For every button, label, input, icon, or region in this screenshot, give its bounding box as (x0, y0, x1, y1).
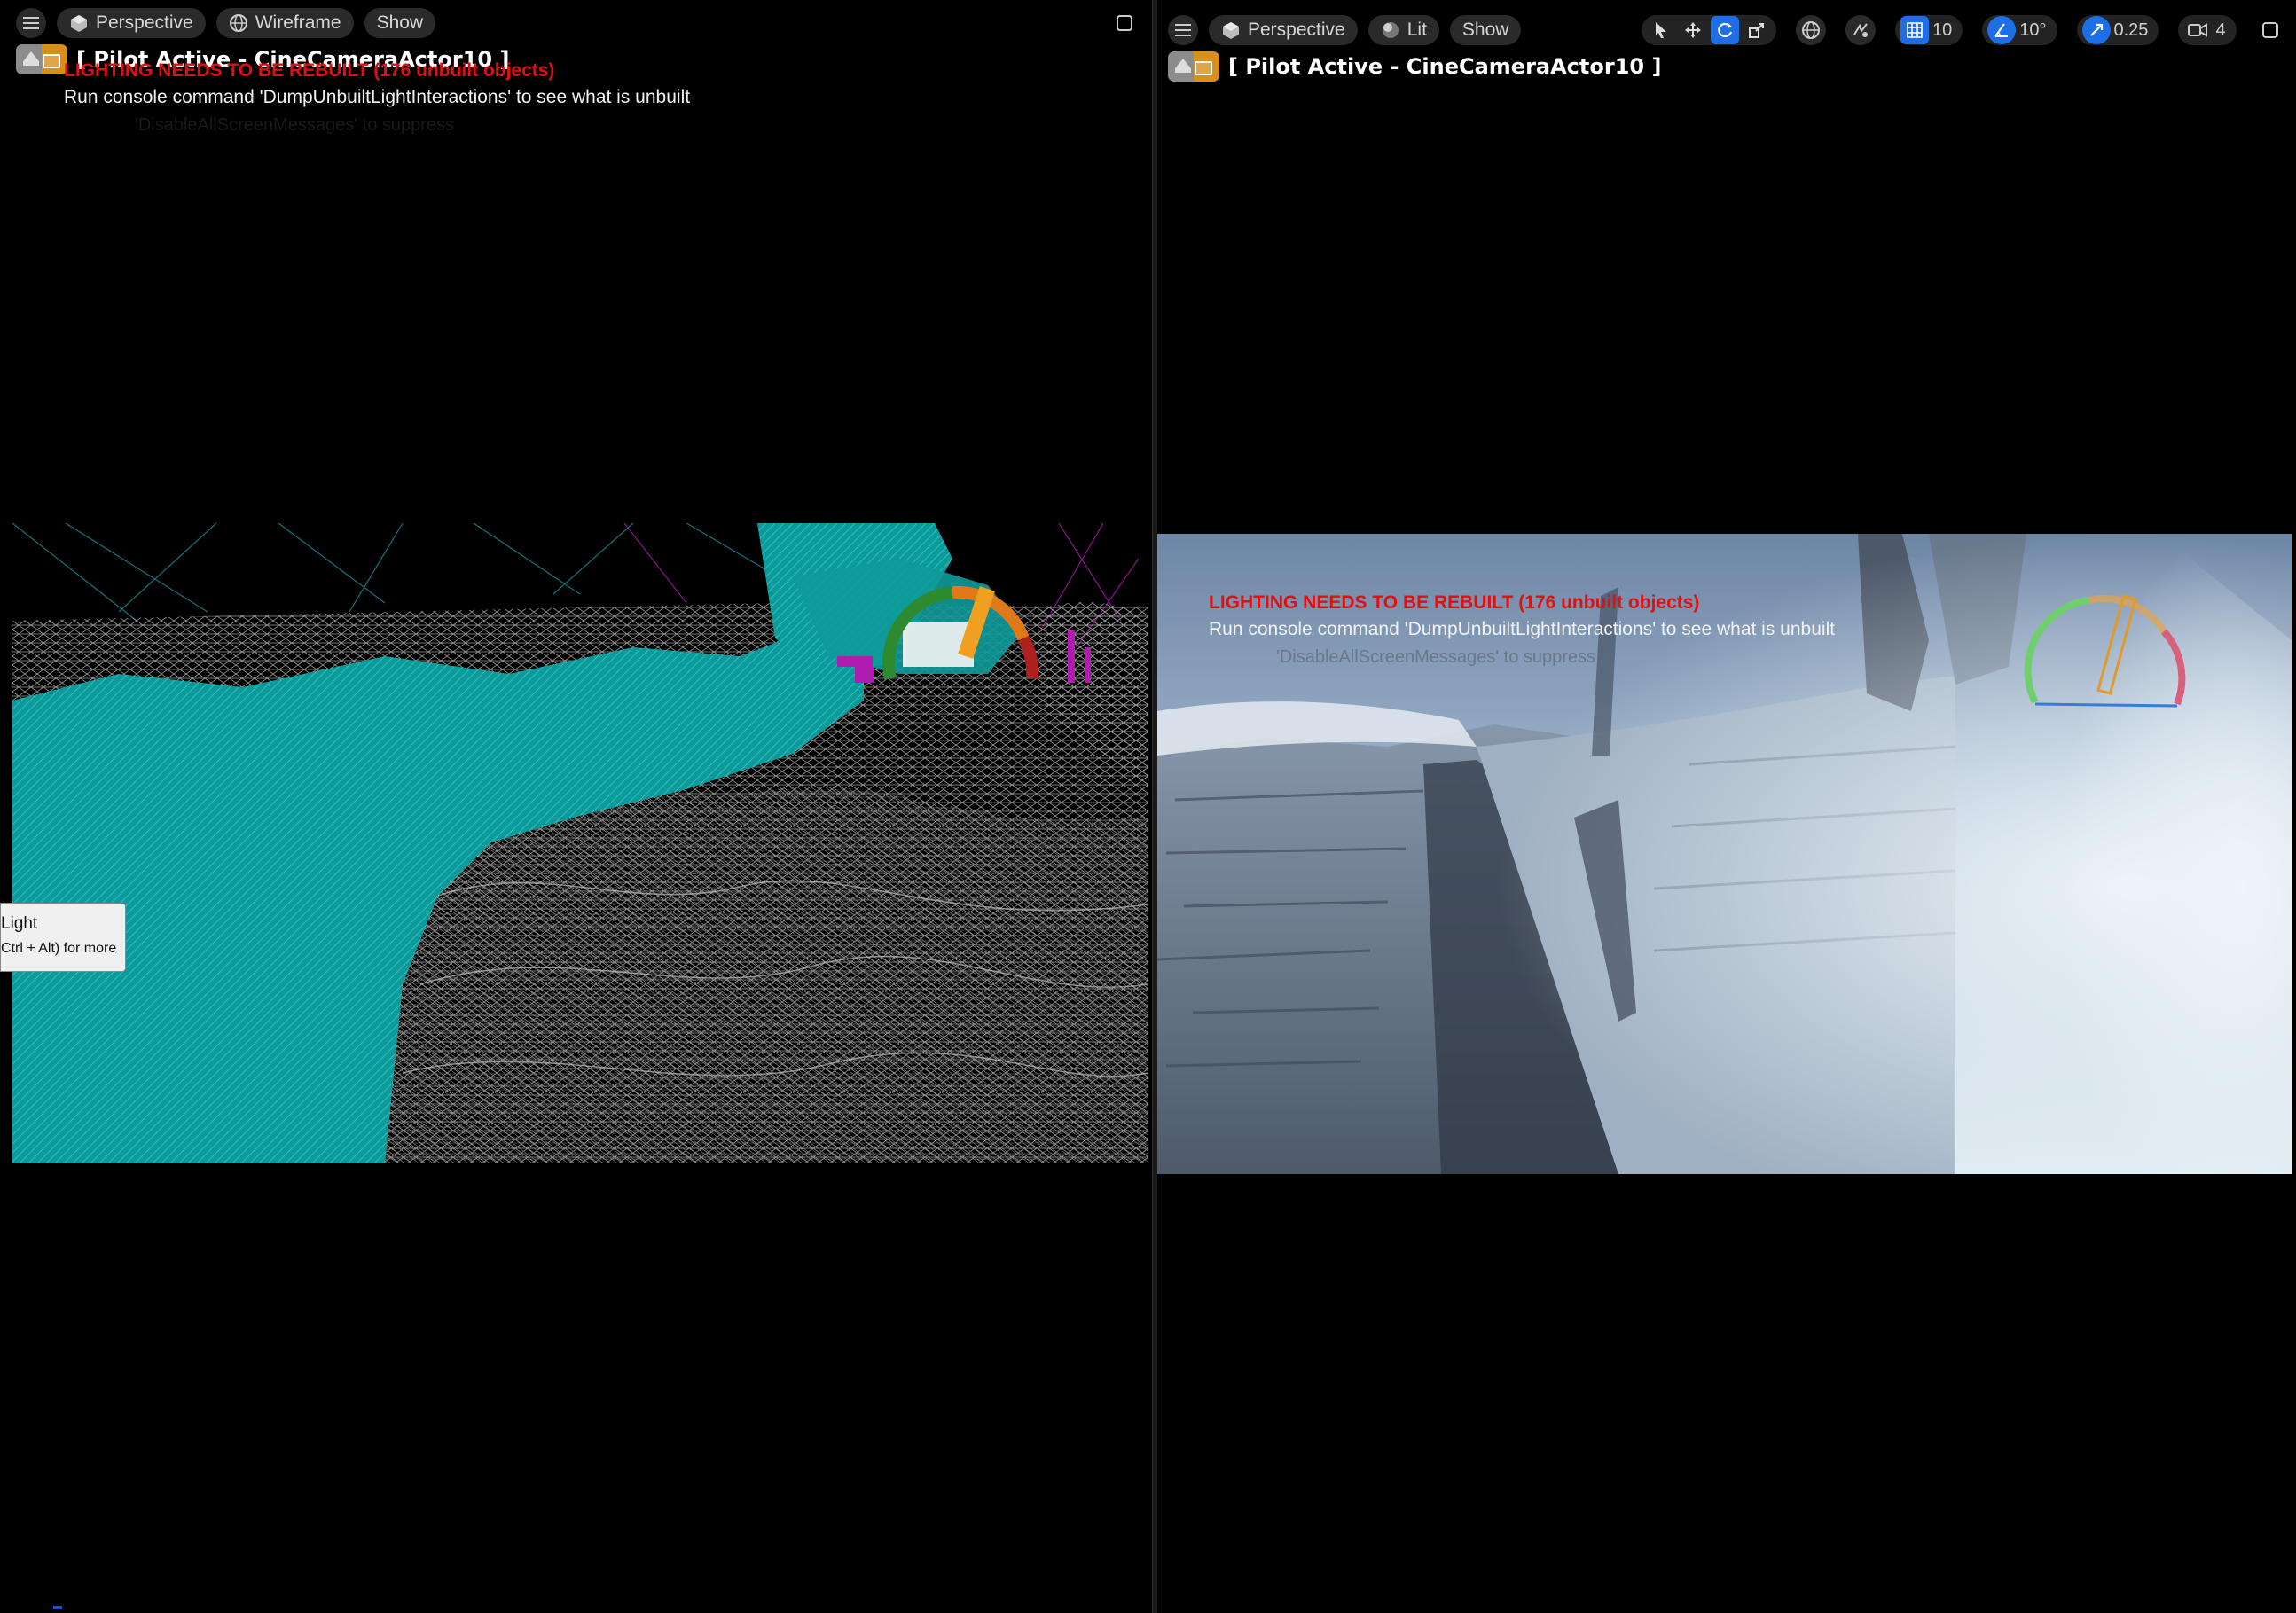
tooltip-title: Light (1, 914, 38, 933)
rotation-snap-control[interactable]: 10° (1982, 15, 2057, 45)
scale-snap-icon[interactable] (2081, 16, 2111, 44)
camera-speed-value[interactable]: 4 (2215, 20, 2230, 41)
rotation-snap-value[interactable]: 10° (2019, 20, 2051, 41)
lighting-warning: LIGHTING NEEDS TO BE REBUILT (176 unbuil… (1209, 592, 1700, 613)
cube-icon (71, 15, 87, 32)
pilot-indicator: [ Pilot Active - CineCameraActor10 ] (1168, 51, 1661, 82)
lit-sphere-icon (1382, 22, 1399, 38)
lighting-warning: LIGHTING NEEDS TO BE REBUILT (176 unbuil… (64, 60, 555, 81)
wireframe-scene[interactable] (12, 523, 1148, 1163)
console-hint: Run console command 'DumpUnbuiltLightInt… (64, 87, 691, 107)
scale-snap-value[interactable]: 0.25 (2114, 20, 2154, 41)
hamburger-icon[interactable] (1168, 15, 1198, 45)
grid-snap-control[interactable]: 10 (1895, 15, 1963, 45)
scale-snap-control[interactable]: 0.25 (2076, 15, 2159, 45)
view-mode-button[interactable]: Perspective (57, 8, 206, 38)
scale-icon[interactable] (1743, 16, 1771, 44)
camera-speed-icon[interactable] (2183, 16, 2212, 44)
view-mode-button[interactable]: Perspective (1209, 15, 1358, 45)
suppress-hint: 'DisableAllScreenMessages' to suppress (135, 115, 455, 135)
suppress-hint: 'DisableAllScreenMessages' to suppress (1276, 647, 1596, 667)
left-viewport[interactable]: Perspective Wireframe Show [ Pilot Activ… (0, 0, 1152, 1613)
transform-tools-group (1642, 15, 1776, 45)
surface-snap-icon[interactable] (1845, 15, 1876, 45)
wireframe-sphere-icon (229, 14, 247, 32)
pilot-camera-icon[interactable] (1168, 51, 1219, 82)
hamburger-icon[interactable] (16, 8, 46, 38)
globe-icon[interactable] (1796, 15, 1826, 45)
console-hint: Run console command 'DumpUnbuiltLightInt… (1209, 619, 1836, 639)
tooltip-hint: Ctrl + Alt) for more (1, 941, 117, 956)
camera-speed-control[interactable]: 4 (2178, 15, 2237, 45)
corner-indicator (53, 1606, 62, 1609)
select-icon[interactable] (1647, 16, 1675, 44)
view-mode-label: Perspective (1248, 20, 1345, 40)
show-label: Show (376, 12, 424, 33)
right-viewport[interactable]: Perspective Lit Show 10 10° 0.25 4 [Pil… (1157, 0, 2296, 1613)
left-viewport-toolbar: Perspective Wireframe Show (16, 4, 1152, 43)
render-mode-label: Lit (1407, 20, 1427, 40)
pilot-label: [ Pilot Active - CineCameraActor10 ] (1228, 54, 1662, 79)
show-label: Show (1461, 20, 1509, 40)
grid-snap-icon[interactable] (1900, 16, 1929, 44)
pilot-camera-icon[interactable] (16, 44, 67, 74)
cube-icon (1223, 22, 1239, 39)
tooltip: Light Ctrl + Alt) for more (0, 903, 126, 972)
rotation-snap-icon[interactable] (1987, 16, 2017, 44)
maximize-icon[interactable] (2256, 16, 2284, 44)
render-mode-label: Wireframe (255, 12, 341, 33)
grid-snap-value[interactable]: 10 (1932, 20, 1957, 41)
show-button[interactable]: Show (1449, 15, 1522, 45)
render-mode-button[interactable]: Lit (1367, 15, 1439, 45)
translate-icon[interactable] (1679, 16, 1707, 44)
maximize-icon[interactable] (1110, 9, 1139, 37)
rotate-icon[interactable] (1711, 16, 1739, 44)
transform-toolbar: 10 10° 0.25 4 (1642, 15, 2296, 45)
view-mode-label: Perspective (96, 12, 193, 33)
render-mode-button[interactable]: Wireframe (215, 8, 354, 38)
show-button[interactable]: Show (364, 8, 436, 38)
